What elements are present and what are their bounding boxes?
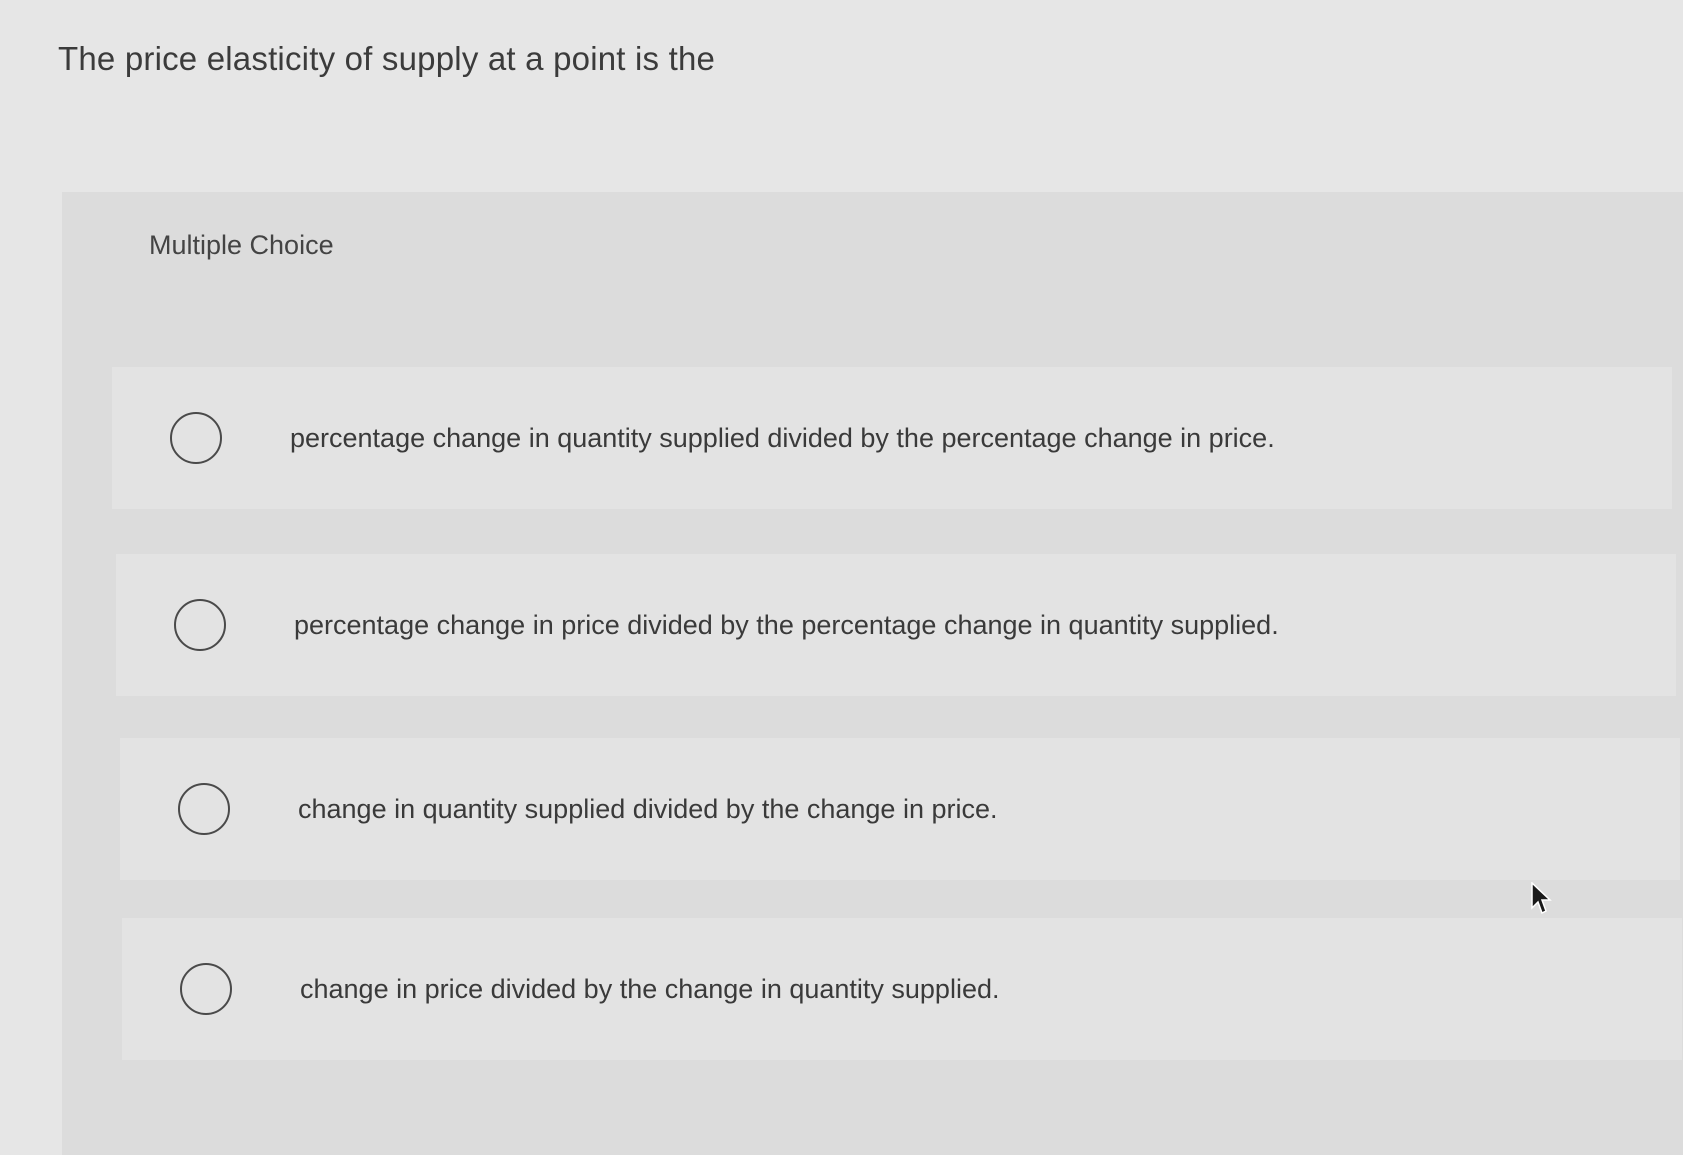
choice-option-1[interactable]: percentage change in quantity supplied d… (112, 367, 1672, 509)
choice-option-4[interactable]: change in price divided by the change in… (122, 918, 1682, 1060)
radio-unchecked-icon[interactable] (174, 599, 226, 651)
choice-option-label: percentage change in quantity supplied d… (290, 422, 1275, 453)
radio-unchecked-icon[interactable] (170, 412, 222, 464)
choice-option-label: change in quantity supplied divided by t… (298, 793, 998, 824)
choice-option-3[interactable]: change in quantity supplied divided by t… (120, 738, 1680, 880)
radio-unchecked-icon[interactable] (180, 963, 232, 1015)
choice-option-label: change in price divided by the change in… (300, 973, 1000, 1004)
question-prompt: The price elasticity of supply at a poin… (58, 40, 716, 77)
multiple-choice-panel: Multiple Choice percentage change in qua… (62, 192, 1683, 1155)
choice-option-label: percentage change in price divided by th… (294, 609, 1279, 640)
multiple-choice-header: Multiple Choice (149, 230, 334, 260)
radio-unchecked-icon[interactable] (178, 783, 230, 835)
mouse-pointer-icon (1531, 881, 1552, 915)
choice-option-2[interactable]: percentage change in price divided by th… (116, 554, 1676, 696)
